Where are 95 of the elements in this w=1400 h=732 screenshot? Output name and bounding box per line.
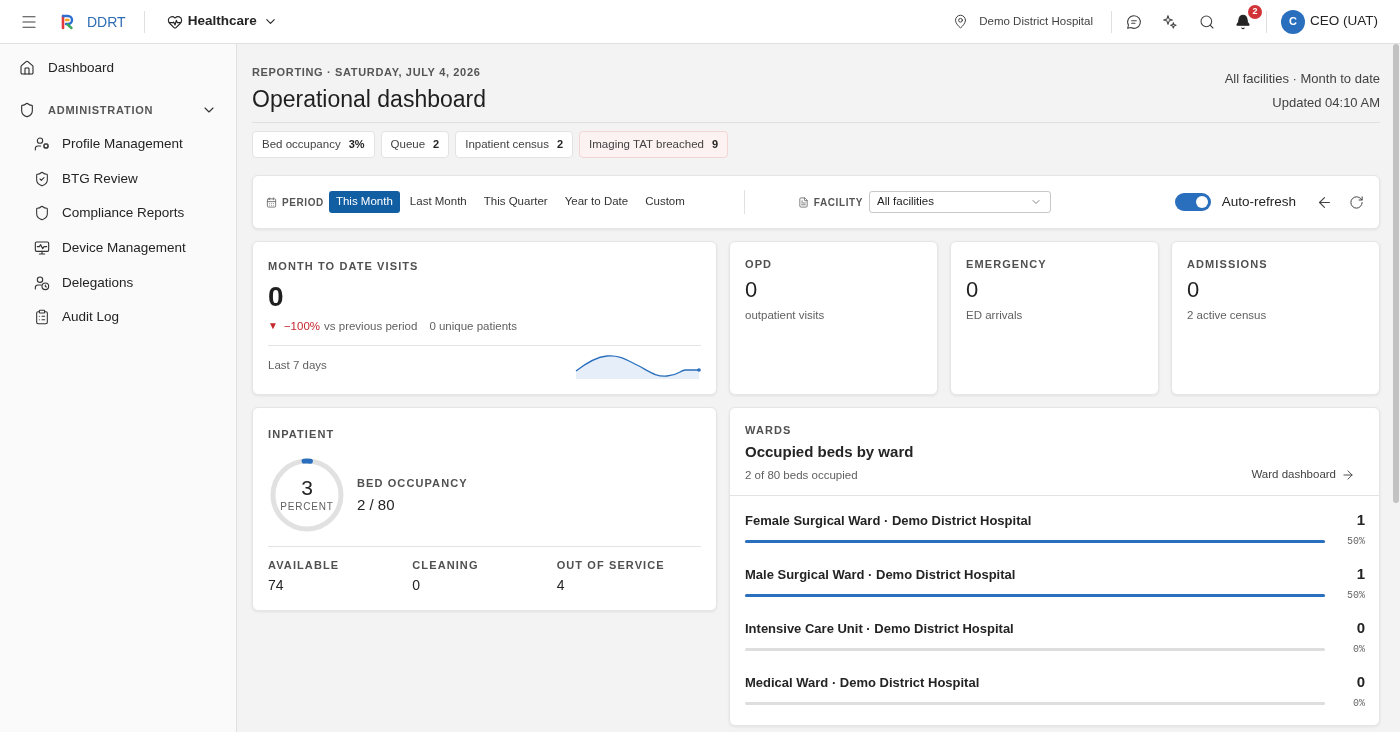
nav-item[interactable]: Device Management bbox=[0, 230, 236, 266]
ward-percent: 0% bbox=[1352, 696, 1365, 711]
notification-count: 2 bbox=[1248, 4, 1262, 19]
calendar-icon bbox=[266, 196, 277, 208]
summary-chip: Queue 2 bbox=[380, 131, 450, 158]
ward-count: 1 bbox=[1356, 510, 1365, 530]
user-menu[interactable]: C CEO (UAT) bbox=[1281, 9, 1378, 34]
unique-patients: 0 unique patients bbox=[429, 319, 517, 334]
ward-name: Female Surgical Ward · Demo District Hospital bbox=[745, 511, 1032, 530]
stat-value: 0 bbox=[412, 576, 422, 595]
stat-value: 4 bbox=[556, 576, 566, 595]
search-icon bbox=[1199, 13, 1215, 30]
stat-value: 0 bbox=[745, 276, 759, 304]
heart-pulse-icon bbox=[166, 13, 183, 30]
period-tab[interactable]: This Quarter bbox=[476, 191, 555, 213]
stat-value: 0 bbox=[1187, 276, 1201, 304]
summary-chip: Inpatient census 2 bbox=[455, 131, 574, 158]
monitor-pulse-icon bbox=[34, 240, 50, 257]
ward-percent: 0% bbox=[1352, 642, 1365, 657]
ward-count: 1 bbox=[1356, 564, 1365, 584]
map-pin-icon bbox=[953, 14, 969, 29]
brand-name: DDRT bbox=[87, 12, 126, 31]
stat-value: 0 bbox=[966, 276, 980, 304]
page-title: Operational dashboard bbox=[252, 85, 486, 114]
ward-dashboard-link[interactable]: Ward dashboard bbox=[1251, 466, 1355, 484]
stat-caption: ED arrivals bbox=[966, 308, 1024, 323]
stat-label: AVAILABLE bbox=[268, 558, 341, 573]
ward-count: 0 bbox=[1356, 618, 1365, 638]
ward-percent: 50% bbox=[1346, 588, 1365, 603]
section-header[interactable]: ADMINISTRATION bbox=[0, 93, 236, 127]
nav-item[interactable]: Audit Log bbox=[0, 299, 236, 335]
nav-item[interactable]: Delegations bbox=[0, 265, 236, 300]
document-icon bbox=[797, 196, 809, 208]
trend-caption: vs previous period bbox=[324, 319, 418, 334]
scope-text: All facilities · Month to date bbox=[1224, 70, 1380, 88]
stat-label: OUT OF SERVICE bbox=[556, 558, 666, 573]
bell-icon bbox=[1235, 13, 1251, 30]
nav-item[interactable]: Dashboard bbox=[0, 51, 236, 85]
shield-icon bbox=[19, 102, 35, 118]
card-label: MONTH TO DATE VISITS bbox=[268, 259, 420, 274]
chat-icon bbox=[1126, 13, 1142, 30]
clipboard-icon bbox=[34, 309, 50, 326]
card-label: OPD bbox=[745, 257, 774, 272]
period-tab[interactable]: This Month bbox=[328, 191, 400, 213]
user-clock-icon bbox=[34, 274, 50, 291]
scrollbar[interactable] bbox=[1393, 44, 1399, 503]
reporting-date: REPORTING · SATURDAY, JULY 4, 2026 bbox=[252, 65, 482, 80]
period-tab[interactable]: Last Month bbox=[402, 191, 474, 213]
nav-item[interactable]: Compliance Reports bbox=[0, 196, 236, 231]
period-tab[interactable]: Custom bbox=[638, 191, 692, 213]
stat-label: CLEANING bbox=[412, 558, 480, 573]
ring-value: 3 bbox=[301, 476, 313, 499]
visits-value: 0 bbox=[268, 280, 285, 314]
nav-item[interactable]: BTG Review bbox=[0, 161, 236, 197]
updated-time: Updated 04:10 AM bbox=[1272, 94, 1380, 112]
shield-icon bbox=[34, 205, 50, 222]
facility-label: FACILITY bbox=[813, 195, 864, 210]
card-label: INPATIENT bbox=[268, 427, 336, 442]
stat-value: 74 bbox=[268, 576, 285, 595]
trend-change: −100% bbox=[283, 319, 321, 334]
refresh-button[interactable] bbox=[1349, 194, 1364, 210]
auto-refresh-label: Auto-refresh bbox=[1221, 192, 1296, 211]
shield-check-icon bbox=[34, 170, 50, 187]
ward-count: 0 bbox=[1356, 672, 1365, 692]
period-tab[interactable]: Year to Date bbox=[557, 191, 636, 213]
occupancy-value: 2 / 80 bbox=[357, 495, 396, 515]
user-avatar: C bbox=[1281, 9, 1305, 34]
home-icon bbox=[19, 60, 35, 76]
card-label: EMERGENCY bbox=[966, 257, 1048, 272]
logo-icon bbox=[60, 13, 76, 30]
ward-name: Medical Ward · Demo District Hospital bbox=[745, 673, 980, 692]
card-label: WARDS bbox=[745, 423, 793, 438]
summary-chip: Bed occupancy 3% bbox=[252, 131, 375, 158]
facility-switcher[interactable]: Demo District Hospital bbox=[953, 12, 1093, 31]
ward-percent: 50% bbox=[1346, 534, 1365, 549]
auto-refresh-toggle[interactable] bbox=[1174, 193, 1211, 211]
summary-chip: Imaging TAT breached 9 bbox=[579, 131, 729, 158]
ward-name: Male Surgical Ward · Demo District Hospital bbox=[745, 565, 1016, 584]
card-label: ADMISSIONS bbox=[1187, 257, 1269, 272]
sparkle-icon bbox=[1162, 13, 1178, 30]
nav-item[interactable]: Profile Management bbox=[0, 127, 236, 162]
user-gear-icon bbox=[34, 136, 50, 153]
wards-title: Occupied beds by ward bbox=[745, 442, 915, 462]
period-label: PERIOD bbox=[282, 195, 324, 210]
trend-arrow: ▼ bbox=[268, 319, 278, 333]
occupancy-label: BED OCCUPANCY bbox=[357, 476, 468, 491]
ring-unit: PERCENT bbox=[280, 499, 334, 514]
module-switcher[interactable]: Healthcare bbox=[166, 11, 278, 32]
refresh-icon bbox=[1349, 194, 1364, 210]
sparkline-label: Last 7 days bbox=[268, 358, 327, 374]
ward-name: Intensive Care Unit · Demo District Hospital bbox=[745, 619, 1014, 638]
stat-caption: outpatient visits bbox=[745, 308, 826, 323]
wards-subtitle: 2 of 80 beds occupied bbox=[745, 467, 858, 483]
facility-select[interactable]: All facilities bbox=[869, 191, 1052, 213]
stat-caption: 2 active census bbox=[1187, 308, 1268, 323]
